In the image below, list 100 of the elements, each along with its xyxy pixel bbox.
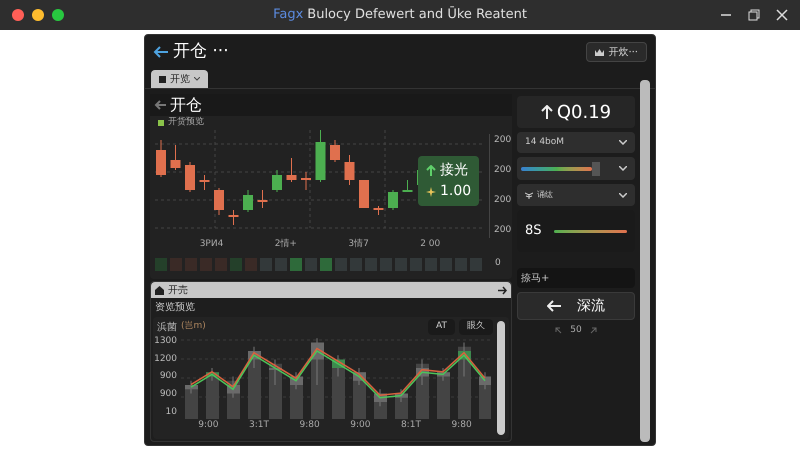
scrollbar[interactable] — [497, 321, 505, 435]
axis-label: 900 — [160, 388, 177, 401]
chart-title: 开仓 — [170, 94, 202, 116]
candle — [402, 180, 412, 192]
back-arrow-icon[interactable] — [154, 100, 166, 110]
volume-bar — [395, 258, 407, 270]
axis-label: 3:1T — [248, 419, 269, 432]
price-value: Q0.19 — [556, 100, 612, 124]
left-arrow-icon[interactable] — [555, 327, 562, 334]
close-icon[interactable] — [776, 9, 788, 21]
volume-bar — [335, 258, 347, 270]
legend-label: 开货预览 — [168, 116, 204, 130]
candle — [258, 190, 268, 208]
axis-label: 900 — [160, 370, 177, 384]
axis-label: 1200 — [154, 352, 177, 366]
view-tab[interactable]: 开览 — [151, 70, 208, 88]
chart-button[interactable]: AT — [428, 319, 455, 335]
restore-icon[interactable] — [748, 9, 760, 21]
axis-label: 200 — [494, 224, 512, 238]
chart-button[interactable]: 眼久 — [459, 319, 493, 335]
candle — [170, 144, 180, 170]
volume-bar — [320, 258, 332, 270]
volume-bar — [440, 258, 452, 270]
volume-bar — [200, 258, 212, 270]
unit-label: (岂m) — [181, 320, 206, 334]
candle — [330, 140, 340, 162]
chart-title: 浜菌 — [157, 320, 177, 334]
crown-icon — [595, 48, 604, 56]
axis-label: 10 — [166, 406, 177, 418]
slider-thumb[interactable] — [592, 162, 600, 176]
volume-bar — [365, 258, 377, 270]
up-arrow-icon — [426, 165, 436, 176]
axis-label: 2情+ — [274, 238, 297, 251]
volume-bar — [260, 258, 272, 270]
axis-label: 0 — [495, 256, 501, 270]
candle — [374, 206, 384, 216]
axis-label: 9:00 — [198, 419, 218, 432]
home-icon — [155, 286, 164, 294]
axis-label: 2 00 — [420, 238, 440, 251]
candle — [228, 210, 238, 226]
chevron-down-icon — [619, 192, 627, 198]
axis-label: 200 — [494, 194, 512, 208]
input-field[interactable]: 捺马+ — [517, 268, 635, 288]
volume-bar — [455, 258, 467, 270]
up-arrow-icon — [540, 105, 553, 119]
volume-bar — [290, 258, 302, 270]
candle — [272, 170, 282, 192]
header-button[interactable]: 开炊··· — [586, 42, 647, 62]
square-icon — [159, 76, 166, 82]
panel-subtitle: 资览预览 — [154, 301, 196, 315]
volume-bar — [275, 258, 287, 270]
volume-bar — [155, 258, 167, 270]
scrollbar[interactable] — [640, 80, 650, 442]
reading-value: 8S — [525, 222, 542, 240]
volume-bar — [470, 258, 482, 270]
app-label: Fagx — [273, 6, 304, 24]
candle — [388, 190, 398, 210]
action-button[interactable]: 深流 — [517, 292, 635, 320]
axis-label: 200 — [494, 134, 512, 147]
volume-bar — [305, 258, 317, 270]
candle — [214, 188, 224, 216]
candle — [359, 180, 369, 208]
axis-label: 9:80 — [451, 419, 472, 432]
candle — [316, 130, 326, 182]
volume-bar — [215, 258, 227, 270]
page-title: 开仓 ··· — [173, 40, 229, 64]
caret-icon — [194, 77, 200, 81]
select-field[interactable]: 诵纮 — [517, 184, 635, 206]
axis-label: 3情7 — [348, 238, 369, 251]
right-arrow-icon[interactable] — [590, 327, 597, 334]
candle — [200, 174, 210, 190]
page-number: 50 — [570, 324, 582, 337]
candle — [344, 154, 354, 186]
volume-bar — [185, 258, 197, 270]
left-arrow-icon — [547, 300, 561, 312]
legend-swatch-icon — [158, 120, 164, 126]
axis-label: 9:00 — [350, 419, 370, 432]
candle — [156, 140, 166, 178]
axis-label: 1300 — [154, 335, 177, 348]
tooltip-label: 接光 — [440, 161, 468, 180]
candle — [185, 162, 195, 192]
tooltip-value: 1.00 — [440, 182, 472, 201]
chevron-down-icon — [619, 166, 627, 171]
volume-bar — [350, 258, 362, 270]
volume-bar — [230, 258, 242, 270]
volume-bar — [410, 258, 422, 270]
back-arrow-icon[interactable] — [153, 46, 169, 58]
chevron-down-icon — [619, 140, 627, 145]
dropdown[interactable]: 14 4boM — [517, 132, 635, 153]
volume-bar — [380, 258, 392, 270]
axis-label: 3РИ4 — [200, 238, 224, 251]
arrow-icon[interactable] — [498, 286, 507, 294]
plant-icon — [525, 191, 533, 199]
candle — [286, 158, 296, 182]
panel-title: 开売 — [168, 284, 188, 298]
axis-label: 8:1T — [400, 419, 421, 432]
volume-bar — [170, 258, 182, 270]
volume-bar — [425, 258, 437, 270]
axis-label: 200 — [494, 164, 512, 178]
window-title: Bulocy Defewert and Ūke Reatent — [307, 5, 527, 24]
